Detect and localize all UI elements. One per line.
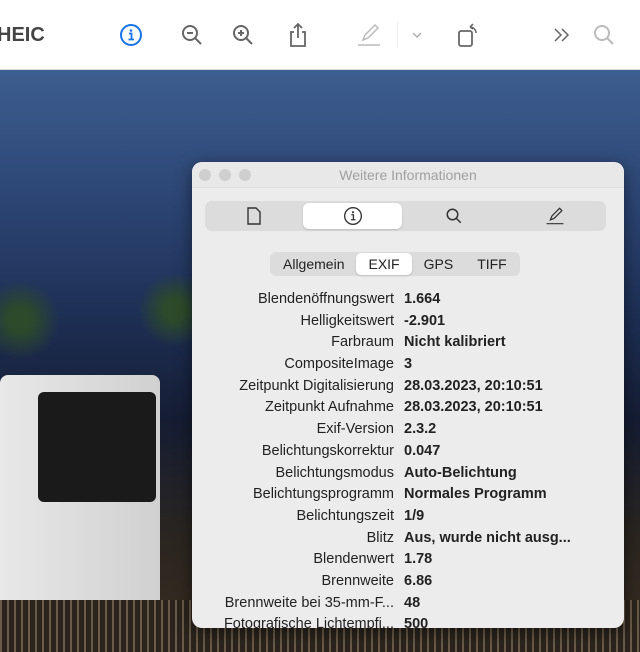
exif-value: Normales Programm — [404, 486, 547, 503]
exif-row: Belichtungsmodus Auto-Belichtung — [192, 465, 624, 487]
exif-value: -2.901 — [404, 312, 446, 329]
tab-allgemein[interactable]: Allgemein — [271, 253, 356, 275]
exif-value: Aus, wurde nicht ausg... — [404, 529, 571, 546]
tab-exif[interactable]: EXIF — [356, 253, 412, 275]
exif-list: Blendenöffnungswert 1.664 Helligkeitswert -… — [192, 291, 624, 628]
exif-row: Helligkeitswert -2.901 — [192, 313, 624, 335]
more-icon[interactable] — [549, 22, 575, 48]
exif-row: Zeitpunkt Digitalisierung 28.03.2023, 20:… — [192, 378, 624, 400]
markup-icon[interactable] — [356, 22, 382, 48]
exif-row: Belichtungszeit 1/9 — [192, 508, 624, 530]
share-icon[interactable] — [285, 22, 311, 48]
exif-value: 500 — [404, 616, 429, 628]
exif-label: Exif-Version — [316, 421, 394, 438]
panel-titlebar[interactable]: Weitere Informationen — [192, 162, 624, 188]
exif-value: 6.86 — [404, 572, 433, 589]
exif-label: Farbraum — [331, 334, 394, 351]
document-icon[interactable] — [207, 203, 301, 229]
tab-gps[interactable]: GPS — [412, 253, 466, 275]
exif-value: 0.047 — [404, 442, 441, 459]
exif-value: 28.03.2023, 20:10:51 — [404, 399, 543, 416]
exif-value: Auto-Belichtung — [404, 464, 517, 481]
exif-row: Belichtungskorrektur 0.047 — [192, 443, 624, 465]
exif-label: Blitz — [366, 529, 394, 546]
chevron-down-icon[interactable] — [404, 22, 430, 48]
exif-value: 1/9 — [404, 507, 425, 524]
exif-value: 2.3.2 — [404, 421, 437, 438]
info-icon[interactable] — [303, 203, 402, 229]
exif-label: Zeitpunkt Digitalisierung — [239, 377, 394, 394]
tab-tiff[interactable]: TIFF — [465, 253, 519, 275]
info-icon[interactable] — [118, 22, 144, 48]
exif-row: Brennweite 6.86 — [192, 573, 624, 595]
exif-label: Brennweite — [321, 572, 394, 589]
exif-label: CompositeImage — [284, 356, 394, 373]
exif-label: Brennweite bei 35-mm-F... — [224, 594, 394, 611]
exif-value: 1.664 — [404, 291, 441, 307]
markup-icon[interactable] — [505, 203, 604, 229]
exif-value: 48 — [404, 594, 421, 611]
info-panel: Weitere Informationen Allgemein EXIF GPS… — [192, 162, 624, 628]
exif-label: Blendenwert — [313, 551, 394, 568]
exif-value: 28.03.2023, 20:10:51 — [404, 377, 543, 394]
inspector-segments — [205, 201, 606, 231]
panel-title: Weitere Informationen — [339, 167, 477, 183]
exif-value: 3 — [404, 356, 413, 373]
exif-label: Belichtungszeit — [296, 507, 394, 524]
toolbar: HEIC — [0, 0, 640, 70]
palm-tree — [0, 280, 60, 360]
exif-row: Exif-Version 2.3.2 — [192, 421, 624, 443]
exif-label: Blendenöffnungswert — [258, 291, 394, 307]
exif-label: Belichtungsmodus — [275, 464, 395, 481]
bus-window — [38, 392, 156, 502]
exif-label: Helligkeitswert — [300, 312, 394, 329]
exif-row: Blendenöffnungswert 1.664 — [192, 291, 624, 313]
exif-row: CompositeImage 3 — [192, 356, 624, 378]
zoom-out-icon[interactable] — [179, 22, 205, 48]
exif-value: Nicht kalibriert — [404, 334, 506, 351]
search-icon[interactable] — [591, 22, 617, 48]
exif-label: Zeitpunkt Aufnahme — [265, 399, 394, 416]
exif-row: Brennweite bei 35-mm-F... 48 — [192, 595, 624, 617]
divider — [397, 22, 398, 48]
exif-row: Zeitpunkt Aufnahme 28.03.2023, 20:10:51 — [192, 399, 624, 421]
exif-row: Blendenwert 1.78 — [192, 551, 624, 573]
rotate-icon[interactable] — [456, 22, 482, 48]
exif-row: Belichtungsprogramm Normales Programm — [192, 486, 624, 508]
exif-label: Belichtungskorrektur — [261, 442, 394, 459]
document-title: HEIC — [0, 24, 45, 46]
exif-value: 1.78 — [404, 551, 433, 568]
exif-row: Fotografische Lichtempfi... 500 — [192, 616, 624, 628]
exif-row: Blitz Aus, wurde nicht ausg... — [192, 530, 624, 552]
exif-row: Farbraum Nicht kalibriert — [192, 334, 624, 356]
zoom-in-icon[interactable] — [230, 22, 256, 48]
exif-label: Fotografische Lichtempfi... — [223, 616, 394, 628]
tab-bar: Allgemein EXIF GPS TIFF — [270, 252, 520, 276]
exif-label: Belichtungsprogramm — [252, 486, 394, 503]
search-icon[interactable] — [404, 203, 503, 229]
